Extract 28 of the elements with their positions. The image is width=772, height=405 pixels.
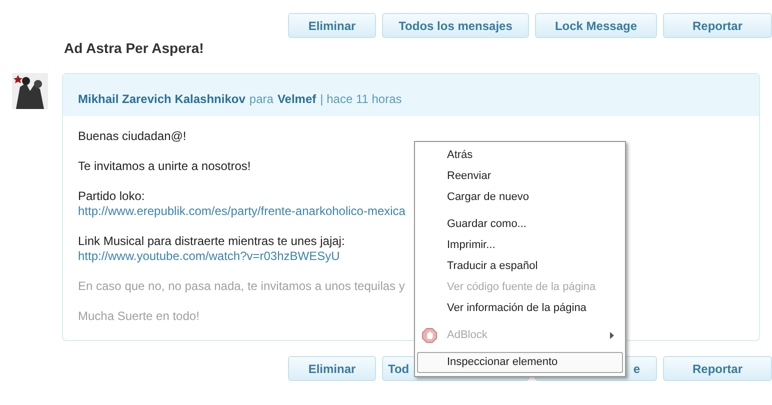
- timestamp: | hace 11 horas: [320, 91, 402, 108]
- recipient-link[interactable]: Velmef: [277, 90, 316, 108]
- menu-item[interactable]: Guardar como...: [417, 214, 623, 235]
- connector-text: para: [249, 91, 274, 108]
- stop-sign-icon: [422, 328, 437, 343]
- action-button[interactable]: Lock Message: [535, 13, 657, 38]
- message-line: Partido loko:: [78, 189, 145, 204]
- message-link[interactable]: http://www.youtube.com/watch?v=r03hzBWESyU: [78, 249, 340, 264]
- message-line: Te invitamos a unirte a nosotros!: [78, 159, 251, 174]
- action-button[interactable]: Todos los mensajes: [382, 13, 529, 38]
- menu-item[interactable]: Inspeccionar elemento: [417, 352, 623, 373]
- action-button[interactable]: Eliminar: [288, 13, 376, 38]
- menu-item[interactable]: Ver información de la página: [417, 298, 623, 319]
- thread-title: Ad Astra Per Aspera!: [64, 39, 205, 57]
- action-button[interactable]: Reportar: [663, 13, 772, 38]
- message-line: En caso que no, no pasa nada, te invitamos a unos tequilas y: [78, 279, 405, 294]
- menu-item[interactable]: Traducir a español: [417, 256, 623, 277]
- message-line: Buenas ciudadan@!: [78, 129, 186, 144]
- message-line: Mucha Suerte en todo!: [78, 309, 200, 324]
- action-button[interactable]: Reportar: [663, 356, 772, 381]
- menu-item[interactable]: Imprimir...: [417, 235, 623, 256]
- menu-item[interactable]: Atrás: [417, 145, 623, 166]
- message-link[interactable]: http://www.erepublik.com/es/party/frente-anarkoholico-mexica: [78, 204, 406, 219]
- menu-item[interactable]: Reenviar: [417, 166, 623, 187]
- message-line: Link Musical para distraerte mientras te unes jajaj:: [78, 234, 345, 249]
- action-button[interactable]: Eliminar: [288, 356, 376, 381]
- sender-link[interactable]: Mikhail Zarevich Kalashnikov: [78, 90, 246, 108]
- menu-item[interactable]: Cargar de nuevo: [417, 187, 623, 208]
